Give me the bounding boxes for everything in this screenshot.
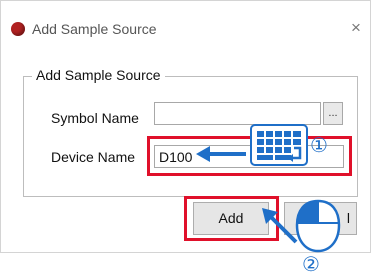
window-title: Add Sample Source <box>32 21 157 37</box>
left-arrow-icon <box>196 146 246 162</box>
close-button[interactable]: × <box>351 18 361 38</box>
symbol-name-label: Symbol Name <box>51 110 139 126</box>
group-label: Add Sample Source <box>32 67 165 83</box>
step-1-marker: ① <box>310 135 328 157</box>
symbol-name-input[interactable] <box>154 102 321 125</box>
app-red-dot-icon <box>11 22 25 36</box>
keyboard-icon <box>250 124 308 166</box>
device-name-label: Device Name <box>51 149 136 165</box>
mouse-icon <box>295 199 341 253</box>
step-2-marker: ② <box>302 254 320 276</box>
browse-button[interactable]: ... <box>323 102 343 125</box>
